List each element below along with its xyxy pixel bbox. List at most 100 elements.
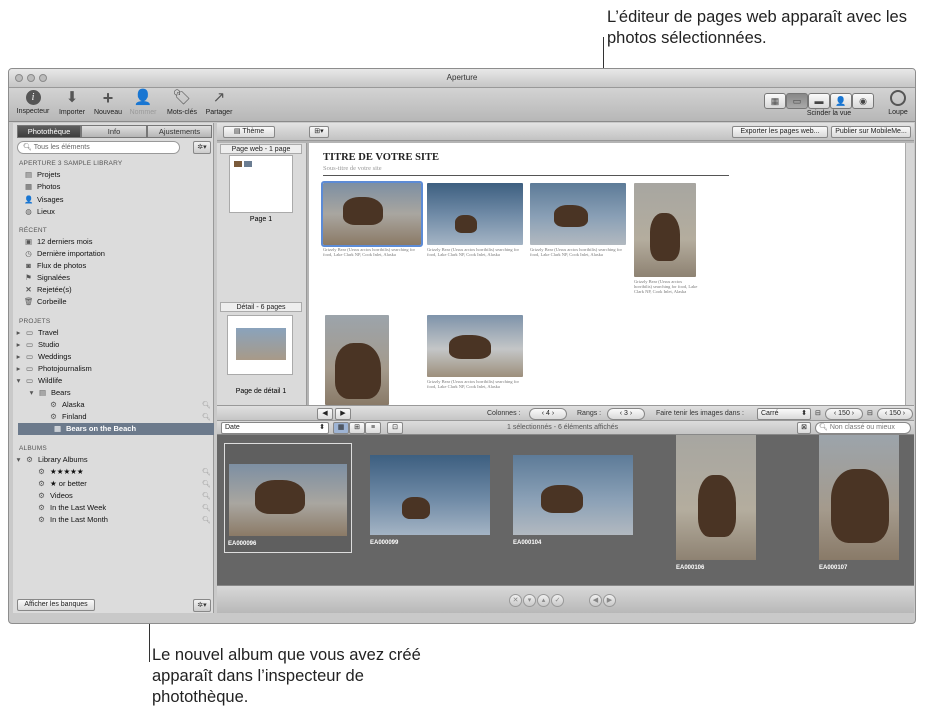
browser-photo-3[interactable] xyxy=(513,455,633,535)
sidebar-item-wildlife[interactable]: ▾ ▭ Wildlife xyxy=(16,375,63,387)
filmstrip-view-button[interactable]: ⊞ xyxy=(349,422,365,434)
width-icon: ⊟ xyxy=(815,410,821,417)
view-split-button[interactable]: ▭ xyxy=(786,93,808,109)
library-search-input[interactable]: 🔍︎ Tous les éléments xyxy=(17,141,180,154)
web-photo-3[interactable] xyxy=(530,183,626,245)
rows-stepper[interactable]: ‹ 3 › xyxy=(607,408,645,420)
columns-stepper[interactable]: ‹ 4 › xyxy=(529,408,567,420)
publish-mobileme-button[interactable]: Publier sur MobileMe... xyxy=(831,126,911,138)
next-image-button[interactable]: ▶ xyxy=(603,594,616,607)
library-action-button[interactable]: ✲▾ xyxy=(193,141,211,154)
sidebar-item-places[interactable]: ◍ Lieux xyxy=(24,206,55,218)
web-photo-5[interactable] xyxy=(325,315,389,405)
export-web-pages-button[interactable]: Exporter les pages web... xyxy=(732,126,828,138)
sidebar-item-last-import[interactable]: ◷ Dernière importation xyxy=(24,248,105,260)
detail-page-thumbnail[interactable] xyxy=(227,315,293,375)
web-photo-1[interactable] xyxy=(321,181,423,247)
annotation-bottom: Le nouvel album que vous avez créé appar… xyxy=(152,646,421,706)
import-button[interactable]: ⬇ Importer xyxy=(56,89,88,117)
sidebar-item-videos[interactable]: ⚙ Videos xyxy=(37,490,73,502)
sidebar-item-bears[interactable]: ▾ ▤ Bears xyxy=(29,387,71,399)
sidebar-item-trash[interactable]: 🗑 Corbeille xyxy=(24,296,67,308)
sidebar-item-one-star-or-better[interactable]: ⚙ ★ or better xyxy=(37,478,87,490)
sidebar-item-photos[interactable]: ▦ Photos xyxy=(24,181,60,193)
keywords-button[interactable]: 🏷 Mots-clés xyxy=(162,90,202,117)
sidebar-item-last-12-months[interactable]: ▣ 12 derniers mois xyxy=(24,236,93,248)
photo-id: EA000106 xyxy=(676,565,705,571)
view-viewer-button[interactable]: ▬ xyxy=(808,93,830,109)
smart-search-icon: 🔍︎ xyxy=(202,517,211,524)
minimize-window-button[interactable] xyxy=(27,74,35,82)
next-page-button[interactable]: ▶ xyxy=(335,408,351,420)
grid-view-button[interactable]: ▦ xyxy=(333,422,349,434)
import-arrow-icon: ⬇ xyxy=(65,89,79,106)
smart-album-icon: ⚙ xyxy=(38,491,45,500)
show-vaults-button[interactable]: Afficher les banques xyxy=(17,599,95,611)
tab-info[interactable]: Info xyxy=(81,125,147,138)
sidebar-item-photojournalism[interactable]: ▸ ▭ Photojournalism xyxy=(16,363,92,375)
add-page-button[interactable]: ⊞▾ xyxy=(309,126,329,138)
increase-rating-button[interactable]: ▴ xyxy=(537,594,550,607)
web-photo-4[interactable] xyxy=(634,183,696,277)
browser-options-button[interactable]: ⊡ xyxy=(387,422,403,434)
sidebar-item-travel[interactable]: ▸ ▭ Travel xyxy=(16,327,59,339)
sidebar-item-rejected[interactable]: ✕ Rejetée(s) xyxy=(24,284,71,296)
places-view-button[interactable]: ◉ xyxy=(852,93,874,109)
browser-photo-4[interactable] xyxy=(676,435,756,560)
inspector-button[interactable]: i Inspecteur xyxy=(13,90,53,115)
web-photo-2[interactable] xyxy=(427,183,523,245)
faces-view-button[interactable]: 👤 xyxy=(830,93,852,109)
filter-hud-button[interactable]: ⊠ xyxy=(797,422,811,434)
previous-image-button[interactable]: ◀ xyxy=(589,594,602,607)
width-stepper[interactable]: ‹ 150 › xyxy=(825,408,863,420)
project-icon: ▤ xyxy=(38,388,47,397)
web-page-thumbnail[interactable] xyxy=(229,155,293,213)
rating-filter-input[interactable]: 🔍︎ Non classé ou mieux xyxy=(815,422,911,434)
theme-button[interactable]: ▤ Thème xyxy=(223,126,275,138)
sidebar-item-finland[interactable]: ⚙ Finland xyxy=(49,411,86,423)
previous-page-button[interactable]: ◀ xyxy=(317,408,333,420)
sidebar-item-flagged[interactable]: ⚑ Signalées xyxy=(24,272,70,284)
sidebar-item-library-albums[interactable]: ▾ ⚙ Library Albums xyxy=(16,454,88,466)
sidebar-item-photo-stream[interactable]: ◙ Flux de photos xyxy=(24,260,86,272)
sidebar-item-projects[interactable]: ▤ Projets xyxy=(24,169,60,181)
sort-select[interactable]: Date ⬍ xyxy=(221,422,329,434)
browser-photo-1[interactable]: EA000096 xyxy=(224,443,352,553)
sidebar-item-five-stars[interactable]: ⚙ ★★★★★ xyxy=(37,466,84,478)
fit-shape-select[interactable]: Carré ⬍ xyxy=(757,408,811,420)
view-grid-button[interactable]: ▦ xyxy=(764,93,786,109)
sidebar-item-bears-on-the-beach[interactable]: ▦ Bears on the Beach xyxy=(18,423,214,435)
select-button[interactable]: ✓ xyxy=(551,594,564,607)
name-button[interactable]: 👤 Nommer xyxy=(127,90,159,117)
zoom-window-button[interactable] xyxy=(39,74,47,82)
browser-photo-2[interactable] xyxy=(370,455,490,535)
loupe-button[interactable]: Loupe xyxy=(884,90,912,116)
mini-photo xyxy=(234,161,242,167)
sidebar-item-faces[interactable]: 👤 Visages xyxy=(24,194,64,206)
sidebar-item-last-week[interactable]: ⚙ In the Last Week xyxy=(37,502,106,514)
sidebar-item-studio[interactable]: ▸ ▭ Studio xyxy=(16,339,60,351)
web-canvas-scrollbar[interactable] xyxy=(905,143,914,405)
close-window-button[interactable] xyxy=(15,74,23,82)
bear-image xyxy=(541,485,583,513)
trash-icon: 🗑 xyxy=(24,297,34,306)
page-navigator: Page web - 1 page Page 1 Détail - 6 page… xyxy=(217,143,307,405)
sidebar-item-alaska[interactable]: ⚙ Alaska xyxy=(49,399,84,411)
flag-icon: ⚑ xyxy=(25,273,32,282)
tab-library[interactable]: Photothèque xyxy=(17,125,81,138)
browser-photo-5[interactable] xyxy=(819,435,899,560)
vault-action-button[interactable]: ✲▾ xyxy=(193,599,211,612)
smart-album-icon: ⚙ xyxy=(38,515,45,524)
web-photo-6[interactable] xyxy=(427,315,523,377)
site-title: TITRE DE VOTRE SITE xyxy=(323,152,440,163)
tab-adjustments[interactable]: Ajustements xyxy=(147,125,212,138)
list-view-button[interactable]: ≡ xyxy=(365,422,381,434)
smart-album-icon: ⚙ xyxy=(38,503,45,512)
sidebar-item-last-month[interactable]: ⚙ In the Last Month xyxy=(37,514,108,526)
sidebar-item-weddings[interactable]: ▸ ▭ Weddings xyxy=(16,351,72,363)
new-button[interactable]: + Nouveau xyxy=(91,89,125,116)
decrease-rating-button[interactable]: ▾ xyxy=(523,594,536,607)
reject-button[interactable]: ✕ xyxy=(509,594,522,607)
height-stepper[interactable]: ‹ 150 › xyxy=(877,408,913,420)
share-button[interactable]: ↗ Partager xyxy=(204,90,234,117)
